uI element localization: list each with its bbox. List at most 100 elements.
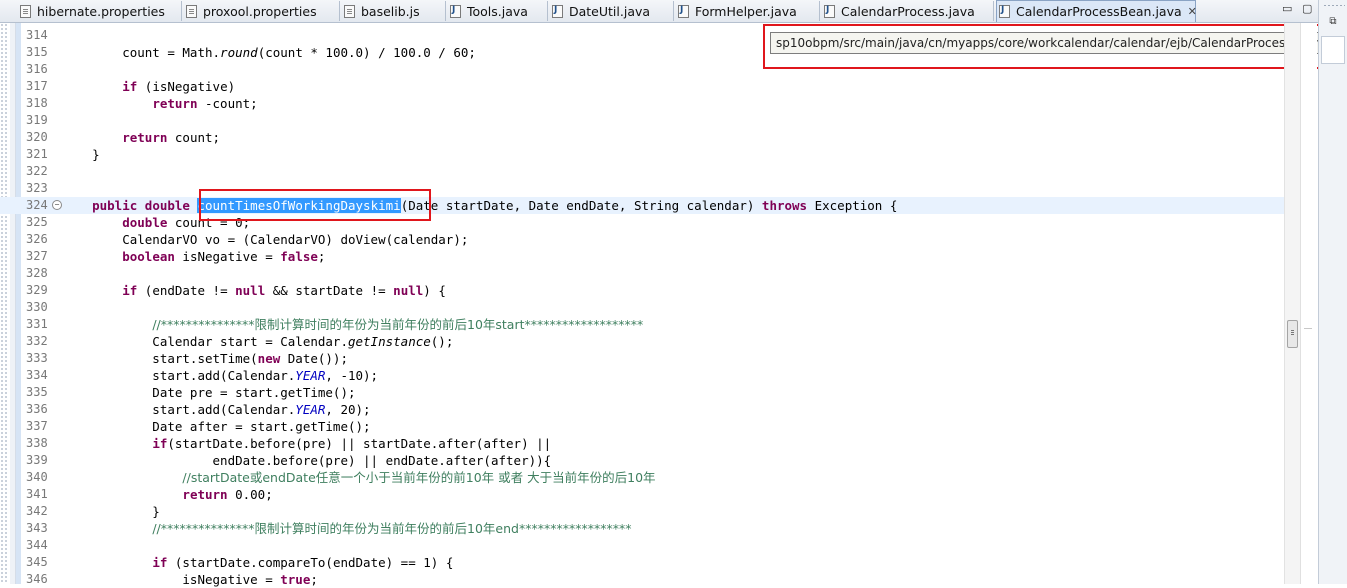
- line-number: 342: [26, 504, 48, 518]
- line-number: 320: [26, 130, 48, 144]
- java-file-icon: [824, 4, 835, 18]
- properties-file-icon: [20, 4, 31, 18]
- code-comment: //***************限制计算时间的年份为当前年份的前后10年end…: [152, 521, 632, 536]
- java-file-icon: [678, 4, 689, 18]
- code-line: 328: [0, 265, 1300, 282]
- file-path-tooltip: sp10obpm/src/main/java/cn/myapps/core/wo…: [770, 32, 1347, 54]
- line-number: 330: [26, 300, 48, 314]
- line-number: 318: [26, 96, 48, 110]
- code-line: 345 if (startDate.compareTo(endDate) == …: [26, 555, 454, 570]
- code-line: 344: [0, 537, 1300, 554]
- code-comment: //***************限制计算时间的年份为当前年份的前后10年sta…: [152, 317, 644, 332]
- java-file-icon: [450, 4, 461, 18]
- js-file-icon: [344, 4, 355, 18]
- code-line: 334 start.add(Calendar.YEAR, -10);: [26, 368, 379, 383]
- code-line: 346 isNegative = true;: [26, 572, 318, 587]
- line-number: 321: [26, 147, 48, 161]
- code-line: 322: [0, 163, 1300, 180]
- line-number: 314: [26, 28, 48, 42]
- code-line: 316: [0, 61, 1300, 78]
- code-line: 330: [0, 299, 1300, 316]
- line-number: 323: [26, 181, 48, 195]
- tab-label: CalendarProcessBean.java: [1016, 4, 1182, 19]
- line-number: 324: [26, 198, 48, 212]
- java-file-icon: [552, 4, 563, 18]
- tab-tools-java[interactable]: Tools.java: [448, 1, 548, 21]
- line-number: 346: [26, 572, 48, 586]
- code-line: 329 if (endDate != null && startDate != …: [26, 283, 446, 298]
- tab-baselib-js[interactable]: baselib.js: [342, 1, 446, 21]
- restore-icon[interactable]: ⧉: [1321, 12, 1345, 32]
- line-number: 344: [26, 538, 48, 552]
- line-number: 345: [26, 555, 48, 569]
- selected-method-name[interactable]: countTimesOfWorkingDayskimi: [197, 198, 401, 213]
- line-number: 317: [26, 79, 48, 93]
- tab-label: Tools.java: [467, 3, 528, 19]
- editor-tab-bar: hibernate.properties proxool.properties …: [0, 0, 1347, 23]
- fold-collapse-icon[interactable]: −: [52, 200, 62, 210]
- line-number: 335: [26, 385, 48, 399]
- code-line: 323: [0, 180, 1300, 197]
- line-number: 340: [26, 470, 48, 484]
- line-number: 329: [26, 283, 48, 297]
- tab-label: FormHelper.java: [695, 3, 797, 19]
- code-line: 340 //startDate或endDate任意一个小于当前年份的前10年 或…: [0, 469, 1300, 486]
- code-line: 339 endDate.before(pre) || endDate.after…: [26, 453, 552, 468]
- maximize-icon[interactable]: ▢: [1302, 2, 1312, 15]
- minimized-view-stack[interactable]: [1321, 36, 1345, 64]
- vertical-scrollbar[interactable]: [1284, 23, 1301, 584]
- panel-grip[interactable]: [1323, 4, 1345, 7]
- tab-calendarprocess-java[interactable]: CalendarProcess.java: [822, 1, 994, 21]
- line-number: 334: [26, 368, 48, 382]
- tab-label: hibernate.properties: [37, 3, 165, 19]
- code-line: 337 Date after = start.getTime();: [26, 419, 371, 434]
- overview-ruler[interactable]: [1300, 23, 1317, 584]
- tab-formhelper-java[interactable]: FormHelper.java: [676, 1, 820, 21]
- tab-calendarprocessbean-java[interactable]: CalendarProcessBean.java ✕: [996, 0, 1197, 22]
- code-line: 335 Date pre = start.getTime();: [26, 385, 356, 400]
- tab-dateutil-java[interactable]: DateUtil.java: [550, 1, 674, 21]
- code-line: 321 }: [26, 147, 100, 162]
- properties-file-icon: [186, 4, 197, 18]
- code-lines: 314 315 count = Math.round(count * 100.0…: [0, 27, 1300, 588]
- tab-hibernate-properties[interactable]: hibernate.properties: [18, 1, 182, 21]
- code-line: 342 }: [26, 504, 160, 519]
- code-line: 317 if (isNegative): [26, 79, 236, 94]
- tab-label: proxool.properties: [203, 3, 317, 19]
- scrollbar-thumb[interactable]: [1287, 320, 1298, 348]
- java-file-icon: [999, 5, 1010, 18]
- code-line: 325 double count = 0;: [26, 215, 251, 230]
- code-line: 341 return 0.00;: [26, 487, 273, 502]
- close-icon[interactable]: ✕: [1188, 5, 1197, 18]
- code-editor[interactable]: 314 315 count = Math.round(count * 100.0…: [0, 23, 1300, 587]
- line-number: 337: [26, 419, 48, 433]
- tab-proxool-properties[interactable]: proxool.properties: [184, 1, 340, 21]
- tab-label: CalendarProcess.java: [841, 3, 975, 19]
- line-number: 316: [26, 62, 48, 76]
- code-comment: //startDate或endDate任意一个小于当前年份的前10年 或者 大于…: [182, 470, 656, 485]
- line-number: 332: [26, 334, 48, 348]
- code-line: 331 //***************限制计算时间的年份为当前年份的前后10…: [0, 316, 1300, 333]
- code-line: 320 return count;: [26, 130, 221, 145]
- tab-label: baselib.js: [361, 3, 420, 19]
- code-line: 319: [0, 112, 1300, 129]
- line-number: 315: [26, 45, 48, 59]
- line-number: 336: [26, 402, 48, 416]
- code-line: 332 Calendar start = Calendar.getInstanc…: [26, 334, 454, 349]
- code-line: 336 start.add(Calendar.YEAR, 20);: [26, 402, 371, 417]
- current-code-line: 324− public double countTimesOfWorkingDa…: [0, 197, 1300, 214]
- line-number: 322: [26, 164, 48, 178]
- line-number: 328: [26, 266, 48, 280]
- code-line: 338 if(startDate.before(pre) || startDat…: [26, 436, 552, 451]
- code-line: 326 CalendarVO vo = (CalendarVO) doView(…: [26, 232, 469, 247]
- tab-label: DateUtil.java: [569, 3, 651, 19]
- code-line: 327 boolean isNegative = false;: [26, 249, 326, 264]
- code-line: 343 //***************限制计算时间的年份为当前年份的前后10…: [0, 520, 1300, 537]
- line-number: 343: [26, 521, 48, 535]
- minimize-icon[interactable]: ▭: [1282, 2, 1292, 15]
- right-side-panel: ⧉: [1318, 0, 1347, 584]
- code-line: 333 start.setTime(new Date());: [26, 351, 348, 366]
- line-number: 325: [26, 215, 48, 229]
- line-number: 339: [26, 453, 48, 467]
- ruler-mark: [1304, 328, 1312, 329]
